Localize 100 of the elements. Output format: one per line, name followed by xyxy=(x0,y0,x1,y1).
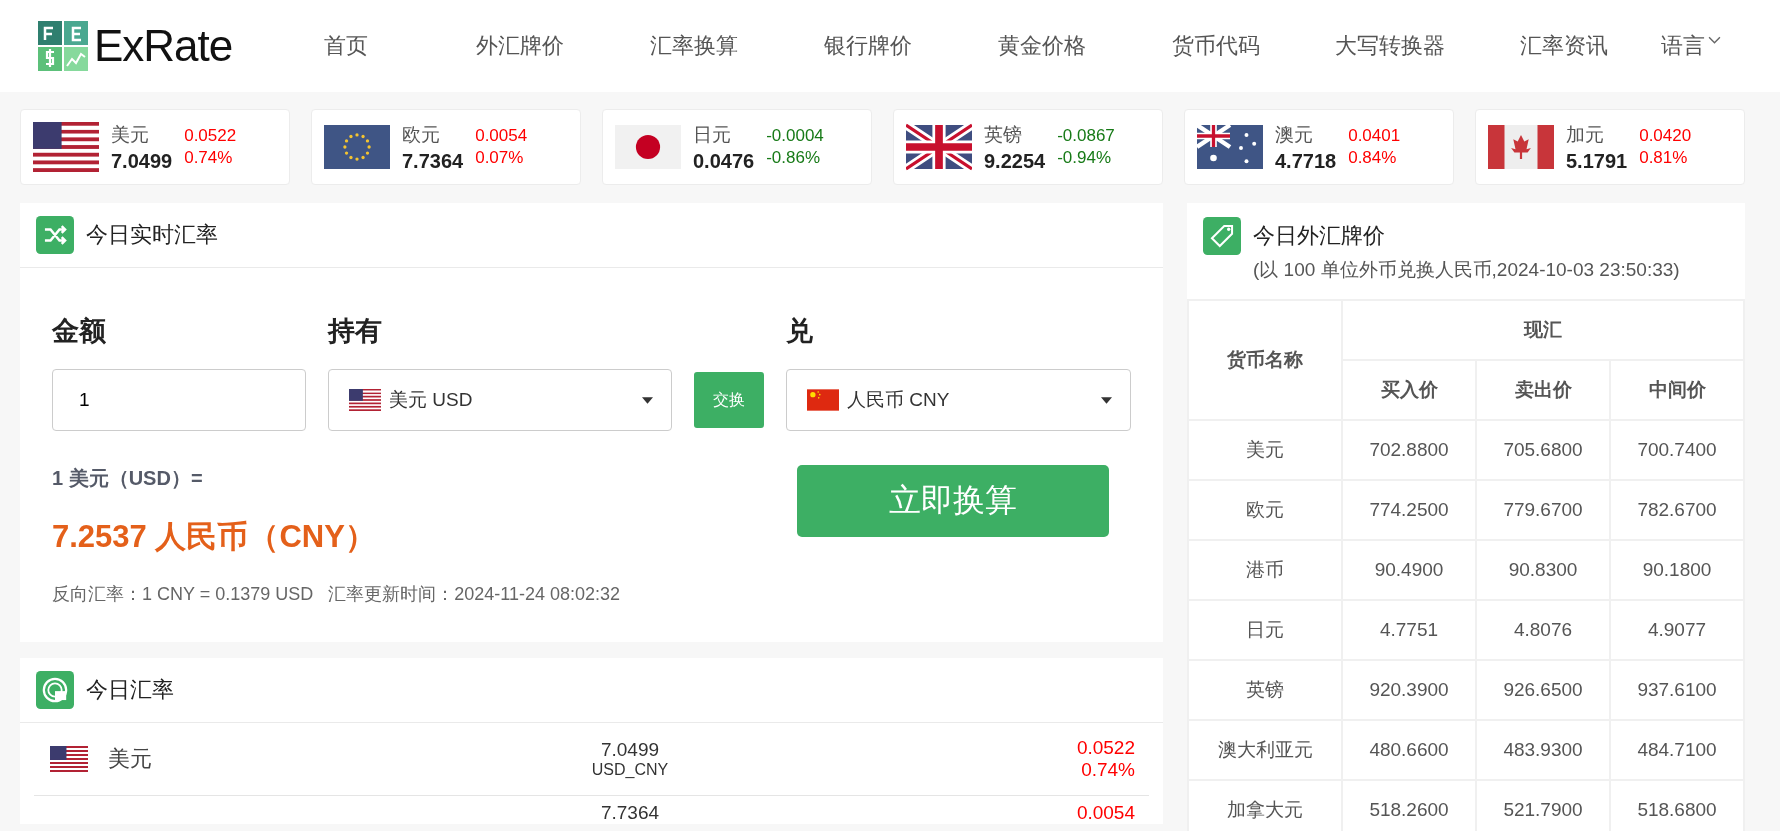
flag-icon xyxy=(50,746,88,772)
column-group-header: 现汇 xyxy=(1342,300,1744,360)
flag-icon xyxy=(1197,122,1263,172)
nav-link[interactable]: 黄金价格 xyxy=(955,31,1129,61)
change-value: 0.0054 xyxy=(1076,802,1135,824)
table-cell: 483.9300 xyxy=(1476,720,1610,780)
table-cell: 484.7100 xyxy=(1610,720,1744,780)
rate-ticker-card[interactable]: 日元 0.0476 -0.0004 -0.86% xyxy=(602,109,872,185)
currency-pair: USD_CNY xyxy=(591,761,669,779)
rate-note: 反向汇率：1 CNY = 0.1379 USD 汇率更新时间：2024-11-24 08:02:32 xyxy=(52,583,621,606)
flag-icon xyxy=(1488,122,1554,172)
nav-link[interactable]: 大写转换器 xyxy=(1303,31,1477,61)
table-cell: 90.1800 xyxy=(1610,540,1744,600)
rate-value: 4.7718 xyxy=(1275,149,1337,173)
currency-name: 日元 xyxy=(693,122,732,147)
dropdown-arrow-icon xyxy=(1101,396,1112,404)
panel-title: 今日实时汇率 xyxy=(86,221,218,249)
field-label: 持有 xyxy=(328,315,383,348)
change-percent: 0.84% xyxy=(1348,148,1398,168)
dropdown-arrow-icon xyxy=(642,396,653,404)
change-percent: 0.07% xyxy=(475,148,525,168)
panel-title: 今日外汇牌价 xyxy=(1253,222,1385,250)
table-cell: 4.7751 xyxy=(1342,600,1476,660)
rate-ticker-card[interactable]: 加元 5.1791 0.0420 0.81% xyxy=(1475,109,1745,185)
change-percent: -0.86% xyxy=(766,148,822,168)
currency-name: 英镑 xyxy=(984,122,1023,147)
rate-value: 7.0499 xyxy=(111,149,173,173)
site-logo-text[interactable]: ExRate xyxy=(94,21,233,71)
rate-value: 7.7364 xyxy=(402,149,464,173)
rate-ticker-card[interactable]: 澳元 4.7718 0.0401 0.84% xyxy=(1184,109,1454,185)
change-percent: 0.74% xyxy=(1081,759,1135,781)
field-label: 金额 xyxy=(52,315,107,348)
flag-icon xyxy=(324,122,390,172)
change-value: 0.0401 xyxy=(1348,126,1402,146)
column-header: 买入价 xyxy=(1342,360,1476,420)
rate-ticker-card[interactable]: 美元 7.0499 0.0522 0.74% xyxy=(20,109,290,185)
table-cell: 加拿大元 xyxy=(1188,780,1342,831)
caret-icon xyxy=(1708,35,1721,45)
conversion-result: 7.2537 人民币（CNY） xyxy=(52,518,377,556)
nav-link[interactable]: 银行牌价 xyxy=(781,31,955,61)
change-percent: 0.74% xyxy=(184,148,234,168)
nav-link[interactable]: 汇率换算 xyxy=(607,31,781,61)
currency-select[interactable]: 人民币 CNY xyxy=(786,369,1131,431)
nav-link[interactable]: 外汇牌价 xyxy=(433,31,607,61)
table-cell: 美元 xyxy=(1188,420,1342,480)
panel-subtitle: (以 100 单位外币兑换人民币,2024-10-03 23:50:33) xyxy=(1253,258,1681,282)
rate-value: 5.1791 xyxy=(1566,149,1628,173)
currency-name: 欧元 xyxy=(402,122,441,147)
flag-icon xyxy=(33,122,99,172)
rate-value: 7.7364 xyxy=(600,802,660,824)
nav-link[interactable]: 汇率资讯 xyxy=(1477,31,1651,61)
table-cell: 480.6600 xyxy=(1342,720,1476,780)
currency-name: 美元 xyxy=(108,745,152,773)
flag-icon xyxy=(807,389,839,411)
change-value: -0.0867 xyxy=(1057,126,1116,146)
table-cell: 774.2500 xyxy=(1342,480,1476,540)
table-cell: 港币 xyxy=(1188,540,1342,600)
flag-icon xyxy=(906,122,972,172)
table-cell: 700.7400 xyxy=(1610,420,1744,480)
table-cell: 日元 xyxy=(1188,600,1342,660)
table-cell: 90.8300 xyxy=(1476,540,1610,600)
amount-input[interactable]: 1 xyxy=(52,369,306,431)
column-header: 货币名称 xyxy=(1188,300,1342,420)
table-cell: 欧元 xyxy=(1188,480,1342,540)
currency-name: 美元 xyxy=(111,122,150,147)
conversion-equation: 1 美元（USD）= xyxy=(52,466,204,491)
table-cell: 90.4900 xyxy=(1342,540,1476,600)
column-header: 中间价 xyxy=(1610,360,1744,420)
table-cell: 4.8076 xyxy=(1476,600,1610,660)
rate-value: 7.0499 xyxy=(600,739,660,761)
panel-title: 今日汇率 xyxy=(86,676,174,704)
currency-name: 加元 xyxy=(1566,122,1605,147)
language-menu[interactable]: 语言 xyxy=(1661,31,1721,61)
table-cell: 英镑 xyxy=(1188,660,1342,720)
column-header: 卖出价 xyxy=(1476,360,1610,420)
rate-value: 9.2254 xyxy=(984,149,1046,173)
price-tag-icon xyxy=(1203,217,1241,255)
rate-ticker-card[interactable]: 欧元 7.7364 0.0054 0.07% xyxy=(311,109,581,185)
change-value: 0.0522 xyxy=(1076,737,1135,759)
change-percent: 0.81% xyxy=(1639,148,1689,168)
table-cell: 702.8800 xyxy=(1342,420,1476,480)
change-value: 0.0054 xyxy=(475,126,529,146)
field-label: 兑 xyxy=(786,315,814,348)
currency-logo-icon xyxy=(38,21,88,71)
table-cell: 937.6100 xyxy=(1610,660,1744,720)
table-cell: 926.6500 xyxy=(1476,660,1610,720)
rate-value: 0.0476 xyxy=(693,149,755,173)
table-cell: 705.6800 xyxy=(1476,420,1610,480)
rate-ticker-card[interactable]: 英镑 9.2254 -0.0867 -0.94% xyxy=(893,109,1163,185)
table-cell: 4.9077 xyxy=(1610,600,1744,660)
nav-link[interactable]: 货币代码 xyxy=(1129,31,1303,61)
flag-icon xyxy=(615,122,681,172)
currency-select[interactable]: 美元 USD xyxy=(328,369,672,431)
table-cell: 782.6700 xyxy=(1610,480,1744,540)
nav-link[interactable]: 首页 xyxy=(259,31,433,61)
change-value: -0.0004 xyxy=(766,126,825,146)
table-cell: 澳大利亚元 xyxy=(1188,720,1342,780)
flag-icon xyxy=(349,389,381,411)
shuffle-icon xyxy=(36,216,74,254)
change-value: 0.0522 xyxy=(184,126,238,146)
